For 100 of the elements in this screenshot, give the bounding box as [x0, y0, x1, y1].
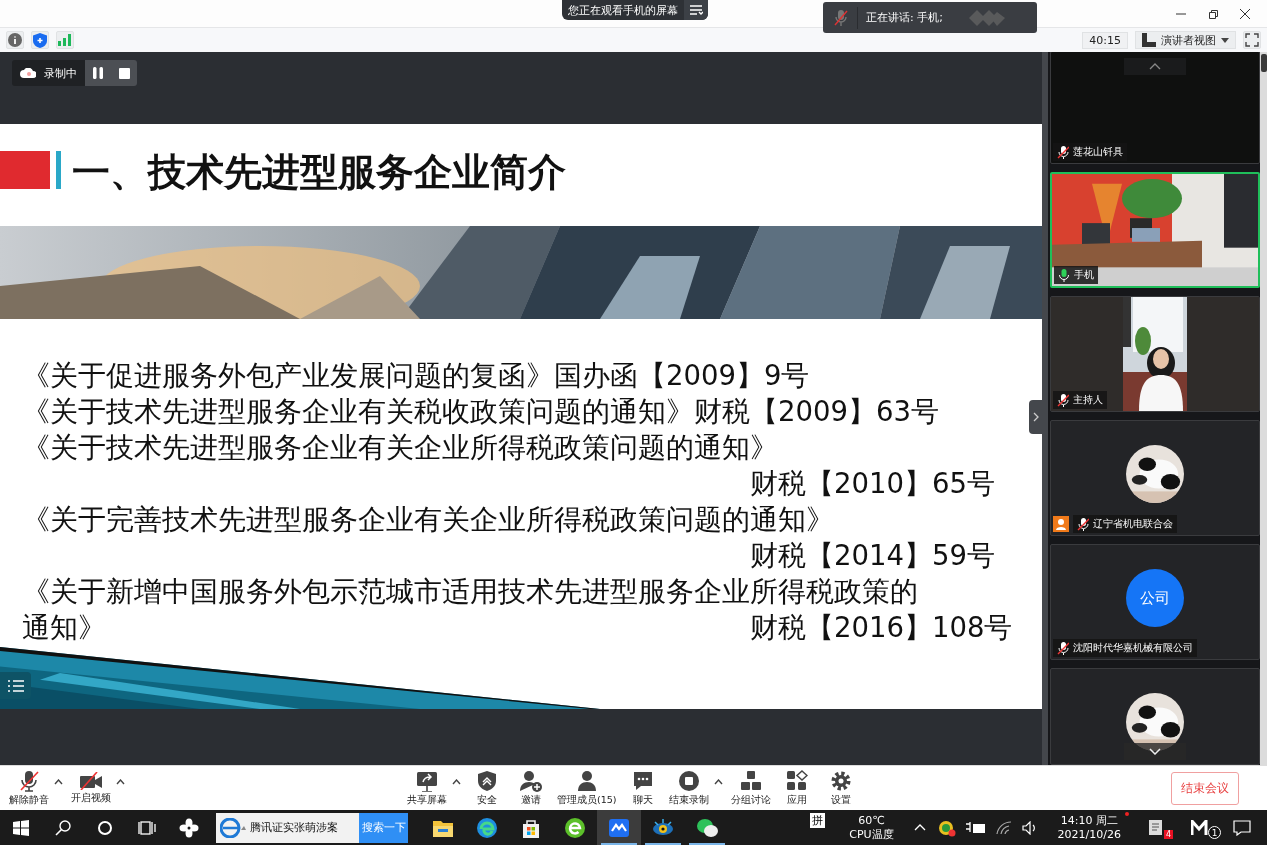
info-icon: [8, 33, 22, 47]
caret-up-icon: [713, 779, 723, 785]
notes-app-button[interactable]: 4: [1145, 810, 1175, 845]
shield-icon: [476, 769, 498, 792]
layout-icon: [1142, 33, 1156, 47]
initials-avatar: 公司: [1126, 569, 1184, 627]
collapse-panel-button[interactable]: [1029, 400, 1043, 434]
caret-up-icon: [54, 779, 63, 785]
browser-icon: [476, 816, 498, 839]
video-tile[interactable]: [1050, 668, 1260, 765]
scroll-down-button[interactable]: [1124, 743, 1186, 760]
settings-icon: [829, 769, 852, 792]
restore-icon: [1207, 7, 1219, 20]
document-number: 财税【2014】59号: [749, 538, 995, 573]
control-button[interactable]: 安全: [466, 769, 508, 807]
shield-icon: [33, 32, 47, 48]
task-view-icon: [138, 819, 156, 836]
scrollbar-thumb[interactable]: [1260, 54, 1267, 72]
browser-icon: [564, 816, 586, 839]
clock[interactable]: 14:10 周二 2021/10/26: [1057, 811, 1131, 844]
view-mode-dropdown[interactable]: 演讲者视图: [1135, 31, 1236, 49]
screen-share-notice: 您正在观看手机的屏幕: [567, 2, 679, 18]
citation-text: 《关于完善技术先进型服务企业有关企业所得税政策问题的通知》: [22, 502, 834, 537]
control-button[interactable]: 分组讨论: [727, 769, 774, 807]
document-icon: [1147, 818, 1165, 837]
clock-time: 14:10 周二: [1060, 813, 1118, 828]
meeting-timer: 40:15: [1082, 31, 1128, 49]
citation-text: 《关于技术先进型服务企业有关企业所得税政策问题的通知》: [22, 430, 778, 465]
wifi-icon: [995, 820, 1012, 835]
participant-name: 沈阳时代华嘉机械有限公司: [1073, 641, 1193, 655]
cpu-temperature-label: CPU温度: [849, 827, 894, 842]
recording-label: 录制中: [44, 65, 77, 81]
chat-bubbles-icon: [696, 816, 718, 839]
control-button[interactable]: 邀请: [510, 769, 552, 807]
control-button[interactable]: 解除静音: [6, 769, 66, 807]
speech-bubble-icon: [1233, 819, 1251, 836]
menu-icon: [689, 4, 703, 16]
apps-icon: [785, 769, 808, 792]
control-button[interactable]: 开启视频: [68, 771, 128, 805]
camera-off-icon: [79, 771, 103, 790]
list-icon: [7, 679, 24, 692]
menu-button[interactable]: [684, 0, 708, 20]
share-screen-icon: [416, 769, 438, 792]
stop-icon: [118, 67, 130, 79]
video-tile[interactable]: 公司 沈阳时代华嘉机械有限公司: [1050, 544, 1260, 660]
members-icon: [575, 769, 598, 792]
info-button[interactable]: [6, 31, 24, 49]
m-logo-icon: [1191, 819, 1211, 836]
slide-title: 一、技术先进型服务企业简介: [72, 148, 566, 196]
participant-name: 主持人: [1073, 393, 1103, 407]
circle-icon: [97, 819, 113, 836]
m-app-button[interactable]: 1: [1189, 810, 1221, 845]
stop-record-icon: [677, 769, 700, 792]
chevron-down-icon: [1149, 748, 1161, 755]
document-number: 财税【2016】108号: [750, 610, 1013, 645]
participant-name: 辽宁省机电联合会: [1093, 517, 1173, 531]
citation-text: 《关于促进服务外包产业发展问题的复函》国办函【2009】9号: [22, 358, 810, 393]
signal-icon: [58, 34, 72, 46]
citation-text: 通知》: [22, 610, 107, 645]
control-button[interactable]: 共享屏幕: [404, 769, 464, 807]
windows-icon: [13, 819, 29, 836]
search-query: 腾讯证实张萌涉案: [250, 820, 338, 835]
title-marker-icon: [0, 151, 62, 189]
pause-icon: [93, 67, 103, 79]
search-icon: [55, 819, 71, 836]
tray-app-icon: [937, 818, 956, 837]
cloud-icon: [20, 68, 36, 78]
video-tile[interactable]: 主持人: [1050, 296, 1260, 412]
speaker-icon: [1021, 820, 1038, 835]
ie-browser-icon: [220, 817, 246, 838]
muted-mic-icon: [18, 769, 40, 792]
caret-icon: [1221, 37, 1229, 43]
control-button[interactable]: 设置: [819, 769, 862, 807]
input-method-indicator[interactable]: 拼: [810, 813, 826, 828]
control-button[interactable]: 聊天: [621, 769, 664, 807]
citation-text: 《关于新增中国服务外包示范城市适用技术先进型服务企业所得税政策的: [22, 574, 918, 609]
power-plug-icon: [965, 820, 986, 835]
clock-date: 2021/10/26: [1057, 827, 1121, 842]
notification-badge: 1: [1208, 826, 1221, 839]
fullscreen-button[interactable]: [1243, 31, 1261, 49]
cpu-temperature: 60℃: [858, 813, 885, 828]
chevron-up-icon: [1149, 63, 1161, 70]
muted-mic-icon: [833, 8, 849, 27]
caret-up-icon: [452, 779, 461, 785]
pinwheel-icon: [179, 817, 199, 838]
breakout-icon: [739, 769, 762, 792]
taskbar-search-field[interactable]: 腾讯证实张萌涉案: [216, 812, 359, 843]
video-tile[interactable]: 莲花山钎具: [1050, 52, 1260, 164]
control-button[interactable]: 结束录制: [665, 769, 726, 807]
caret-up-icon: [116, 779, 125, 785]
meeting-app-icon: [608, 816, 630, 839]
end-meeting-button[interactable]: 结束会议: [1171, 771, 1239, 805]
outline-button[interactable]: [0, 672, 31, 699]
speaker-label: 正在讲话: 手机;: [866, 10, 943, 25]
control-button[interactable]: 管理成员(15): [554, 769, 620, 807]
video-tile[interactable]: 手机: [1050, 172, 1260, 288]
taskbar-app[interactable]: [597, 810, 641, 845]
control-button[interactable]: 应用: [775, 769, 818, 807]
video-tile[interactable]: 辽宁省机电联合会: [1050, 420, 1260, 536]
security-button[interactable]: [31, 31, 49, 49]
